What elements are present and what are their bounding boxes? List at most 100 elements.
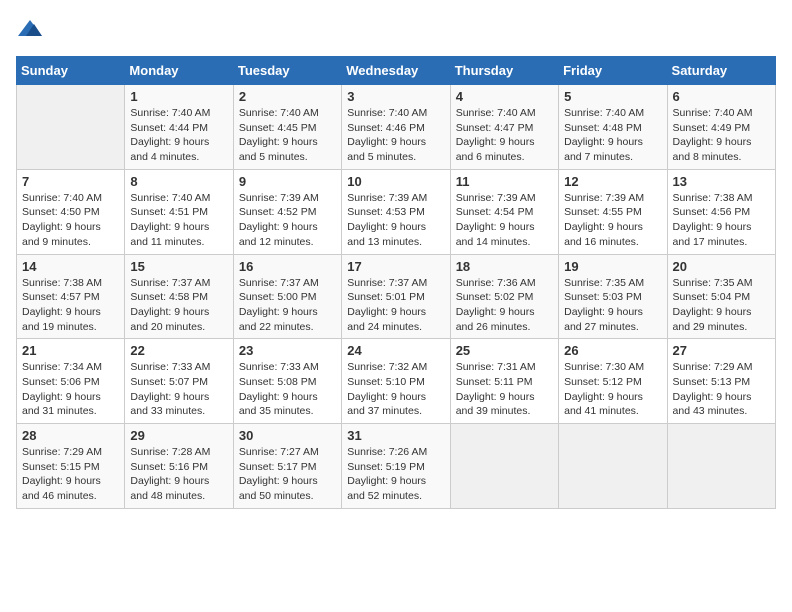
day-number: 22 <box>130 343 227 358</box>
calendar-cell: 6 Sunrise: 7:40 AMSunset: 4:49 PMDaylight… <box>667 85 775 170</box>
calendar-cell <box>667 424 775 509</box>
day-number: 31 <box>347 428 444 443</box>
day-number: 26 <box>564 343 661 358</box>
day-info: Sunrise: 7:39 AMSunset: 4:53 PMDaylight:… <box>347 191 444 250</box>
day-number: 4 <box>456 89 553 104</box>
day-number: 24 <box>347 343 444 358</box>
day-info: Sunrise: 7:39 AMSunset: 4:54 PMDaylight:… <box>456 191 553 250</box>
day-info: Sunrise: 7:35 AMSunset: 5:04 PMDaylight:… <box>673 276 770 335</box>
day-info: Sunrise: 7:33 AMSunset: 5:08 PMDaylight:… <box>239 360 336 419</box>
calendar-cell <box>559 424 667 509</box>
calendar-cell: 18 Sunrise: 7:36 AMSunset: 5:02 PMDayligh… <box>450 254 558 339</box>
day-info: Sunrise: 7:30 AMSunset: 5:12 PMDaylight:… <box>564 360 661 419</box>
day-number: 29 <box>130 428 227 443</box>
day-info: Sunrise: 7:32 AMSunset: 5:10 PMDaylight:… <box>347 360 444 419</box>
calendar-cell: 22 Sunrise: 7:33 AMSunset: 5:07 PMDayligh… <box>125 339 233 424</box>
day-number: 3 <box>347 89 444 104</box>
calendar-cell <box>450 424 558 509</box>
day-info: Sunrise: 7:37 AMSunset: 5:00 PMDaylight:… <box>239 276 336 335</box>
calendar-cell: 17Sunrise: 7:37 AMSunset: 5:01 PMDayligh… <box>342 254 450 339</box>
day-number: 1 <box>130 89 227 104</box>
day-number: 19 <box>564 259 661 274</box>
day-info: Sunrise: 7:29 AMSunset: 5:15 PMDaylight:… <box>22 445 119 504</box>
calendar-header-row: SundayMondayTuesdayWednesdayThursdayFrid… <box>17 57 776 85</box>
calendar-cell: 10 Sunrise: 7:39 AMSunset: 4:53 PMDayligh… <box>342 169 450 254</box>
calendar-cell: 19 Sunrise: 7:35 AMSunset: 5:03 PMDayligh… <box>559 254 667 339</box>
day-number: 17 <box>347 259 444 274</box>
day-info: Sunrise: 7:40 AMSunset: 4:44 PMDaylight:… <box>130 106 227 165</box>
day-number: 13 <box>673 174 770 189</box>
header-monday: Monday <box>125 57 233 85</box>
calendar-week-row: 7Sunrise: 7:40 AMSunset: 4:50 PMDaylight… <box>17 169 776 254</box>
day-number: 23 <box>239 343 336 358</box>
calendar-cell: 27 Sunrise: 7:29 AMSunset: 5:13 PMDayligh… <box>667 339 775 424</box>
day-number: 10 <box>347 174 444 189</box>
day-number: 27 <box>673 343 770 358</box>
day-number: 18 <box>456 259 553 274</box>
calendar-cell: 4Sunrise: 7:40 AMSunset: 4:47 PMDaylight… <box>450 85 558 170</box>
calendar-cell: 12 Sunrise: 7:39 AMSunset: 4:55 PMDayligh… <box>559 169 667 254</box>
calendar-cell: 2 Sunrise: 7:40 AMSunset: 4:45 PMDaylight… <box>233 85 341 170</box>
calendar-table: SundayMondayTuesdayWednesdayThursdayFrid… <box>16 56 776 509</box>
day-number: 20 <box>673 259 770 274</box>
calendar-cell: 31 Sunrise: 7:26 AMSunset: 5:19 PMDayligh… <box>342 424 450 509</box>
calendar-cell: 11 Sunrise: 7:39 AMSunset: 4:54 PMDayligh… <box>450 169 558 254</box>
header-wednesday: Wednesday <box>342 57 450 85</box>
day-info: Sunrise: 7:36 AMSunset: 5:02 PMDaylight:… <box>456 276 553 335</box>
day-number: 30 <box>239 428 336 443</box>
day-info: Sunrise: 7:38 AMSunset: 4:56 PMDaylight:… <box>673 191 770 250</box>
day-info: Sunrise: 7:34 AMSunset: 5:06 PMDaylight:… <box>22 360 119 419</box>
calendar-cell: 28 Sunrise: 7:29 AMSunset: 5:15 PMDayligh… <box>17 424 125 509</box>
day-info: Sunrise: 7:31 AMSunset: 5:11 PMDaylight:… <box>456 360 553 419</box>
calendar-cell: 1 Sunrise: 7:40 AMSunset: 4:44 PMDaylight… <box>125 85 233 170</box>
day-number: 6 <box>673 89 770 104</box>
day-number: 21 <box>22 343 119 358</box>
calendar-cell <box>17 85 125 170</box>
day-info: Sunrise: 7:39 AMSunset: 4:55 PMDaylight:… <box>564 191 661 250</box>
day-number: 25 <box>456 343 553 358</box>
calendar-cell: 21 Sunrise: 7:34 AMSunset: 5:06 PMDayligh… <box>17 339 125 424</box>
day-number: 12 <box>564 174 661 189</box>
header-friday: Friday <box>559 57 667 85</box>
day-number: 15 <box>130 259 227 274</box>
calendar-cell: 16Sunrise: 7:37 AMSunset: 5:00 PMDayligh… <box>233 254 341 339</box>
calendar-cell: 13 Sunrise: 7:38 AMSunset: 4:56 PMDayligh… <box>667 169 775 254</box>
day-info: Sunrise: 7:27 AMSunset: 5:17 PMDaylight:… <box>239 445 336 504</box>
day-info: Sunrise: 7:38 AMSunset: 4:57 PMDaylight:… <box>22 276 119 335</box>
calendar-week-row: 28 Sunrise: 7:29 AMSunset: 5:15 PMDayligh… <box>17 424 776 509</box>
day-info: Sunrise: 7:29 AMSunset: 5:13 PMDaylight:… <box>673 360 770 419</box>
day-info: Sunrise: 7:39 AMSunset: 4:52 PMDaylight:… <box>239 191 336 250</box>
calendar-cell: 8 Sunrise: 7:40 AMSunset: 4:51 PMDaylight… <box>125 169 233 254</box>
calendar-cell: 9 Sunrise: 7:39 AMSunset: 4:52 PMDaylight… <box>233 169 341 254</box>
day-number: 5 <box>564 89 661 104</box>
day-info: Sunrise: 7:40 AMSunset: 4:51 PMDaylight:… <box>130 191 227 250</box>
day-number: 28 <box>22 428 119 443</box>
logo-icon <box>16 16 44 44</box>
day-info: Sunrise: 7:26 AMSunset: 5:19 PMDaylight:… <box>347 445 444 504</box>
calendar-cell: 24 Sunrise: 7:32 AMSunset: 5:10 PMDayligh… <box>342 339 450 424</box>
day-number: 11 <box>456 174 553 189</box>
day-info: Sunrise: 7:37 AMSunset: 4:58 PMDaylight:… <box>130 276 227 335</box>
calendar-cell: 5 Sunrise: 7:40 AMSunset: 4:48 PMDaylight… <box>559 85 667 170</box>
calendar-cell: 7Sunrise: 7:40 AMSunset: 4:50 PMDaylight… <box>17 169 125 254</box>
day-info: Sunrise: 7:35 AMSunset: 5:03 PMDaylight:… <box>564 276 661 335</box>
day-info: Sunrise: 7:40 AMSunset: 4:46 PMDaylight:… <box>347 106 444 165</box>
calendar-cell: 14 Sunrise: 7:38 AMSunset: 4:57 PMDayligh… <box>17 254 125 339</box>
day-number: 14 <box>22 259 119 274</box>
header-tuesday: Tuesday <box>233 57 341 85</box>
day-number: 8 <box>130 174 227 189</box>
calendar-cell: 23 Sunrise: 7:33 AMSunset: 5:08 PMDayligh… <box>233 339 341 424</box>
day-info: Sunrise: 7:40 AMSunset: 4:45 PMDaylight:… <box>239 106 336 165</box>
day-info: Sunrise: 7:40 AMSunset: 4:49 PMDaylight:… <box>673 106 770 165</box>
day-info: Sunrise: 7:40 AMSunset: 4:48 PMDaylight:… <box>564 106 661 165</box>
day-number: 9 <box>239 174 336 189</box>
calendar-cell: 29 Sunrise: 7:28 AMSunset: 5:16 PMDayligh… <box>125 424 233 509</box>
page-header <box>16 16 776 44</box>
day-info: Sunrise: 7:33 AMSunset: 5:07 PMDaylight:… <box>130 360 227 419</box>
calendar-week-row: 21 Sunrise: 7:34 AMSunset: 5:06 PMDayligh… <box>17 339 776 424</box>
calendar-cell: 26 Sunrise: 7:30 AMSunset: 5:12 PMDayligh… <box>559 339 667 424</box>
day-number: 2 <box>239 89 336 104</box>
day-info: Sunrise: 7:28 AMSunset: 5:16 PMDaylight:… <box>130 445 227 504</box>
calendar-cell: 20 Sunrise: 7:35 AMSunset: 5:04 PMDayligh… <box>667 254 775 339</box>
logo <box>16 16 48 44</box>
